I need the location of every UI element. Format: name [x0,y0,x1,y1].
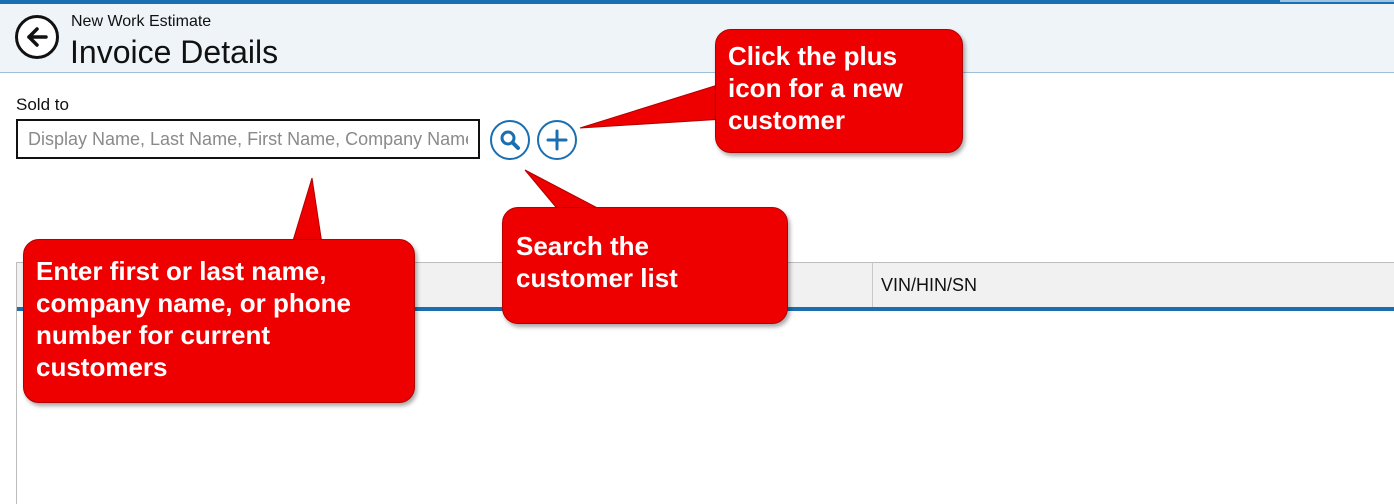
search-callout-text: Search the customer list [516,231,678,293]
column-header-vin[interactable]: VIN/HIN/SN [873,263,1394,307]
arrow-left-icon [27,27,48,47]
back-button[interactable] [15,15,59,59]
add-customer-button[interactable] [537,120,577,160]
plus-callout-text: Click the plus icon for a new customer [728,41,903,135]
top-accent-notch [1280,0,1394,2]
search-callout: Search the customer list [502,207,788,324]
input-callout-text: Enter first or last name, company name, … [36,256,351,382]
page-title: Invoice Details [70,34,279,70]
input-callout: Enter first or last name, company name, … [23,239,415,403]
plus-callout: Click the plus icon for a new customer [715,29,963,153]
plus-icon [546,129,568,151]
sold-to-search-input[interactable] [16,119,480,159]
search-customer-button[interactable] [490,120,530,160]
search-icon [500,130,520,150]
sold-to-label: Sold to [16,95,69,114]
page-subtitle: New Work Estimate [71,13,212,30]
page-header: New Work Estimate Invoice Details [0,4,1394,73]
